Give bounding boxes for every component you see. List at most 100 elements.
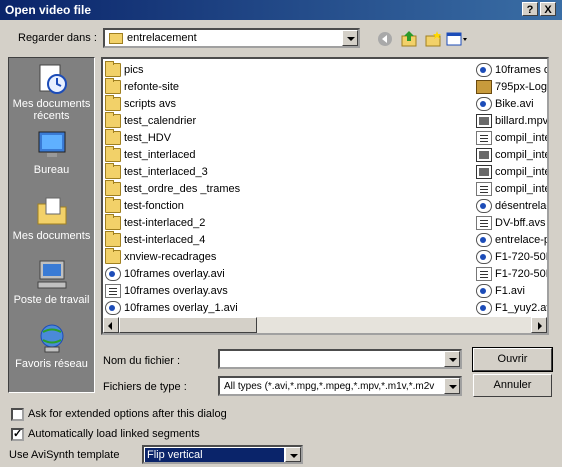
linked-segments-label: Automatically load linked segments bbox=[28, 428, 200, 440]
folder-item[interactable]: pics bbox=[105, 60, 144, 78]
template-label: Use AviSynth template bbox=[9, 449, 120, 461]
avi-file-icon bbox=[105, 300, 121, 315]
file-name: xnview-recadrages bbox=[124, 250, 217, 263]
file-name: 10frames overlay_1.avi bbox=[124, 301, 238, 314]
folder-item[interactable]: test_calendrier bbox=[105, 111, 196, 129]
file-list[interactable]: pics refonte-site scripts avs test_calendri… bbox=[101, 57, 549, 335]
file-item[interactable]: 10frames ov bbox=[476, 61, 547, 78]
mpv-file-icon bbox=[476, 164, 492, 179]
help-button[interactable]: ? bbox=[522, 2, 538, 16]
folder-item[interactable]: test-interlaced_2 bbox=[105, 213, 205, 231]
up-folder-icon[interactable] bbox=[400, 30, 418, 48]
lookin-combo[interactable]: entrelacement bbox=[103, 28, 360, 48]
back-icon[interactable] bbox=[376, 30, 394, 48]
mpv-file-icon bbox=[476, 113, 492, 128]
file-item[interactable]: compil_inter bbox=[476, 180, 547, 197]
close-button[interactable]: X bbox=[540, 2, 556, 16]
folder-item[interactable]: test_HDV bbox=[105, 128, 172, 146]
file-item[interactable]: F1-720-50P bbox=[476, 265, 547, 282]
place-label: Mes documents bbox=[12, 230, 91, 242]
file-item[interactable]: 795px-Logo bbox=[476, 78, 549, 95]
file-name: test_interlaced bbox=[124, 148, 196, 161]
place-network[interactable]: Favoris réseau bbox=[9, 322, 94, 370]
folder-item[interactable]: scripts avs bbox=[105, 94, 176, 112]
folder-item[interactable]: test_interlaced bbox=[105, 145, 196, 163]
avs-file-icon bbox=[476, 181, 492, 196]
file-name: test_ordre_des _trames bbox=[124, 182, 241, 195]
avi-file-icon bbox=[476, 249, 492, 264]
folder-item[interactable]: test-fonction bbox=[105, 196, 184, 214]
file-item[interactable]: F1.avi bbox=[476, 282, 525, 299]
place-my-documents[interactable]: Mes documents bbox=[9, 194, 94, 242]
filetype-value: All types (*.avi,*.mpg,*.mpeg,*.mpv,*.m1… bbox=[224, 381, 435, 392]
place-label: Favoris réseau bbox=[15, 358, 88, 370]
linked-segments-checkbox[interactable]: ✓ bbox=[11, 428, 24, 441]
file-name: 795px-Logo bbox=[495, 80, 549, 93]
file-name: test-interlaced_4 bbox=[124, 233, 206, 246]
folder-item[interactable]: test-interlaced_4 bbox=[105, 230, 206, 248]
chevron-down-icon[interactable] bbox=[285, 447, 301, 462]
file-name: Bike.avi bbox=[495, 97, 534, 110]
extended-options-checkbox[interactable] bbox=[11, 408, 24, 421]
scroll-thumb[interactable] bbox=[119, 317, 257, 333]
file-item[interactable]: Bike.avi bbox=[476, 95, 534, 112]
template-select[interactable]: Flip vertical bbox=[142, 445, 303, 464]
file-item[interactable]: compil_inter bbox=[476, 163, 549, 180]
folder-item[interactable]: test_ordre_des _trames bbox=[105, 179, 241, 197]
file-name: test_interlaced_3 bbox=[124, 165, 208, 178]
chevron-down-icon[interactable] bbox=[342, 30, 358, 46]
filename-input[interactable] bbox=[218, 349, 462, 369]
file-item[interactable]: désentrelac bbox=[476, 197, 547, 214]
network-places-icon bbox=[40, 324, 63, 353]
folder-item[interactable]: xnview-recadrages bbox=[105, 247, 217, 265]
file-item[interactable]: 10frames overlay.avs bbox=[105, 282, 228, 299]
file-item[interactable]: F1-720-50P bbox=[476, 248, 547, 265]
chevron-down-icon[interactable] bbox=[444, 378, 460, 394]
folder-item[interactable]: test_interlaced_3 bbox=[105, 162, 208, 180]
folder-item[interactable]: refonte-site bbox=[105, 77, 179, 95]
folder-icon bbox=[105, 145, 121, 162]
file-item[interactable]: 10frames overlay.avi bbox=[105, 265, 225, 282]
place-desktop[interactable]: Bureau bbox=[9, 128, 94, 176]
window-title: Open video file bbox=[5, 3, 92, 17]
new-folder-icon[interactable] bbox=[424, 30, 442, 48]
chevron-down-icon[interactable] bbox=[444, 351, 460, 367]
file-item[interactable]: compil_inter bbox=[476, 146, 549, 163]
file-item[interactable]: DV-bff.avs bbox=[476, 214, 546, 231]
file-name: compil_inter bbox=[495, 165, 549, 178]
folder-icon bbox=[105, 94, 121, 111]
horizontal-scrollbar[interactable] bbox=[103, 317, 547, 333]
open-button[interactable]: Ouvrir bbox=[472, 347, 553, 372]
folder-icon bbox=[105, 213, 121, 230]
file-item[interactable]: 10frames overlay_1.avi bbox=[105, 299, 238, 316]
cancel-button[interactable]: Annuler bbox=[473, 374, 552, 397]
file-name: test-fonction bbox=[124, 199, 184, 212]
file-item[interactable]: entrelace-p bbox=[476, 231, 547, 248]
avi-file-icon bbox=[476, 96, 492, 111]
scroll-left-button[interactable] bbox=[103, 317, 119, 333]
file-item[interactable]: billard.mpv bbox=[476, 112, 547, 129]
desktop-icon bbox=[38, 131, 65, 157]
file-name: DV-bff.avs bbox=[495, 216, 546, 229]
avs-file-icon bbox=[476, 215, 492, 230]
title-bar: Open video file ? X bbox=[0, 0, 562, 20]
jpg-file-icon bbox=[476, 79, 492, 94]
file-name: compil_inter bbox=[495, 148, 549, 161]
file-item[interactable]: compil_inter bbox=[476, 129, 547, 146]
scroll-right-button[interactable] bbox=[531, 317, 547, 333]
extended-options-label: Ask for extended options after this dial… bbox=[28, 408, 227, 420]
file-item[interactable]: F1_yuy2.av bbox=[476, 299, 547, 316]
avi-file-icon bbox=[476, 283, 492, 298]
folder-icon bbox=[105, 77, 121, 94]
avi-file-icon bbox=[476, 300, 492, 315]
avi-file-icon bbox=[105, 266, 121, 281]
view-menu-icon[interactable] bbox=[446, 30, 468, 48]
place-my-computer[interactable]: Poste de travail bbox=[9, 258, 94, 306]
avi-file-icon bbox=[476, 232, 492, 247]
file-name: test_HDV bbox=[124, 131, 172, 144]
place-label: Bureau bbox=[33, 164, 70, 176]
avi-file-icon bbox=[476, 62, 492, 77]
file-name: 10frames ov bbox=[495, 63, 547, 76]
place-recent-documents[interactable]: Mes documents récents bbox=[9, 62, 94, 122]
filetype-select[interactable]: All types (*.avi,*.mpg,*.mpeg,*.mpv,*.m1… bbox=[218, 376, 462, 396]
